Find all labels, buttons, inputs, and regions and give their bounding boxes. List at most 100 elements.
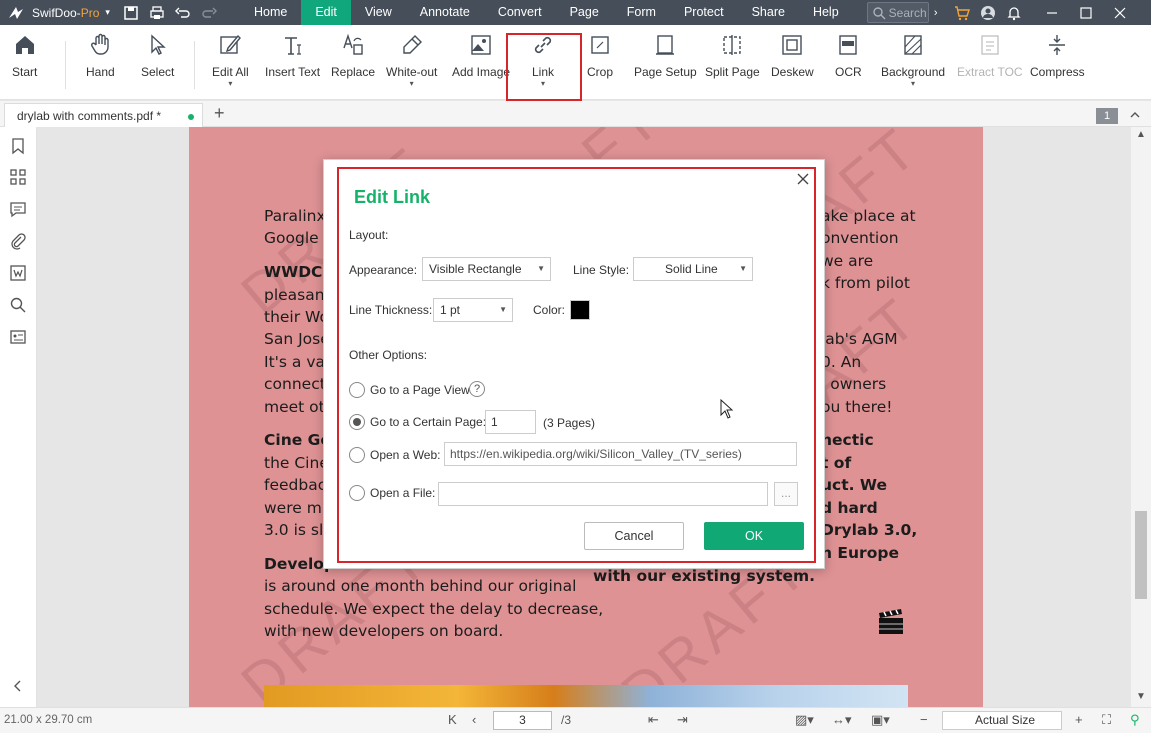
fit-width-icon[interactable]: ↔▾: [832, 712, 852, 728]
page-view-radio[interactable]: [349, 382, 365, 398]
notification-bell-icon[interactable]: [1001, 0, 1027, 25]
menu-view[interactable]: View: [351, 0, 406, 25]
extract-toc-tool[interactable]: Extract TOC: [957, 33, 1023, 79]
doc-line: connecti: [264, 375, 331, 393]
minimize-icon[interactable]: [1035, 0, 1069, 25]
thumbnails-icon[interactable]: [9, 168, 27, 186]
white-out-dropdown-icon[interactable]: ▾: [410, 80, 414, 88]
fullscreen-icon[interactable]: ⛶: [1102, 712, 1111, 728]
split-page-tool[interactable]: Split Page: [705, 33, 760, 79]
deskew-tool[interactable]: Deskew: [771, 33, 814, 79]
menu-home[interactable]: Home: [240, 0, 301, 25]
maximize-icon[interactable]: [1069, 0, 1103, 25]
add-image-tool[interactable]: Add Image: [452, 33, 510, 79]
start-tool[interactable]: Start: [12, 33, 37, 79]
close-window-icon[interactable]: [1103, 0, 1137, 25]
search-box[interactable]: Search: [866, 2, 929, 23]
edit-all-tool[interactable]: Edit All ▾: [212, 33, 249, 88]
app-menu-chevron-icon[interactable]: ▾: [105, 7, 110, 18]
menu-help[interactable]: Help: [799, 0, 853, 25]
current-page-input[interactable]: 3: [493, 711, 552, 730]
next-view-icon[interactable]: ⇥: [677, 712, 688, 728]
bookmark-icon[interactable]: [9, 137, 27, 155]
open-file-radio[interactable]: [349, 485, 365, 501]
pin-icon[interactable]: ⚲: [1130, 712, 1140, 728]
app-name-suffix: Pro: [80, 5, 100, 20]
new-tab-plus-icon[interactable]: +: [214, 103, 225, 124]
page-display-mode-icon[interactable]: ▨▾: [795, 712, 814, 728]
expand-right-chevron-icon[interactable]: ›: [929, 0, 943, 25]
help-question-icon[interactable]: ?: [469, 381, 485, 397]
select-tool[interactable]: Select: [141, 33, 174, 79]
ok-button[interactable]: OK: [704, 522, 804, 550]
edit-all-dropdown-icon[interactable]: ▾: [228, 80, 232, 88]
eraser-pen-icon: [402, 35, 422, 54]
previous-page-icon[interactable]: ‹: [472, 712, 476, 727]
document-tab[interactable]: drylab with comments.pdf *: [4, 103, 203, 128]
white-out-tool[interactable]: White-out ▾: [386, 33, 437, 88]
scroll-down-icon[interactable]: ▼: [1136, 691, 1146, 702]
attachment-icon[interactable]: [9, 232, 27, 250]
file-path-input[interactable]: [438, 482, 768, 506]
print-icon[interactable]: [144, 0, 170, 25]
total-pages: /3: [561, 713, 572, 727]
unsaved-dot-icon: [188, 114, 194, 120]
certain-page-radio[interactable]: [349, 414, 365, 430]
ocr-tool[interactable]: OCR: [835, 33, 862, 79]
menu-edit[interactable]: Edit: [301, 0, 351, 25]
crop-tool[interactable]: Crop: [587, 33, 613, 79]
user-avatar-icon[interactable]: [975, 0, 1001, 25]
doc-line: ake place at: [821, 207, 916, 225]
background-tool[interactable]: Background ▾: [881, 33, 945, 88]
menu-page[interactable]: Page: [556, 0, 613, 25]
collapse-sidebar-chevron-icon[interactable]: [9, 677, 27, 695]
form-fields-icon[interactable]: [9, 328, 27, 346]
ocr-label: OCR: [835, 65, 862, 79]
line-thickness-select[interactable]: 1 pt ▼: [433, 298, 513, 322]
zoom-out-icon[interactable]: −: [920, 712, 928, 727]
save-icon[interactable]: [118, 0, 144, 25]
ocr-icon: [839, 35, 858, 55]
image-icon: [471, 35, 491, 55]
word-document-icon[interactable]: [9, 264, 27, 282]
color-label: Color:: [533, 303, 566, 317]
scroll-up-icon[interactable]: ▲: [1136, 129, 1146, 140]
collapse-toolbar-chevron-icon[interactable]: [1128, 108, 1142, 122]
previous-view-icon[interactable]: ⇤: [648, 712, 659, 728]
cart-icon[interactable]: [949, 0, 975, 25]
compress-label: Compress: [1030, 65, 1085, 79]
hand-tool[interactable]: Hand: [86, 33, 115, 79]
scrollbar-thumb[interactable]: [1135, 511, 1147, 599]
browse-file-button[interactable]: ...: [774, 482, 798, 506]
doc-line: WWDC: [264, 263, 323, 281]
compress-tool[interactable]: Compress: [1030, 33, 1085, 79]
insert-text-tool[interactable]: Insert Text: [265, 33, 320, 79]
menu-annotate[interactable]: Annotate: [406, 0, 484, 25]
first-page-icon[interactable]: K: [448, 712, 457, 727]
menu-form[interactable]: Form: [613, 0, 670, 25]
open-web-radio[interactable]: [349, 447, 365, 463]
doc-line: their Wo: [264, 308, 329, 326]
replace-tool[interactable]: Replace: [331, 33, 375, 79]
search-icon[interactable]: [9, 296, 27, 314]
page-setup-tool[interactable]: Page Setup: [634, 33, 697, 79]
zoom-level-select[interactable]: Actual Size: [942, 711, 1062, 730]
color-swatch[interactable]: [570, 300, 590, 320]
close-icon[interactable]: [796, 172, 810, 186]
page-number-input[interactable]: 1: [485, 410, 536, 434]
menu-convert[interactable]: Convert: [484, 0, 556, 25]
page-layout-icon[interactable]: ▣▾: [871, 712, 890, 728]
zoom-in-icon[interactable]: +: [1075, 712, 1083, 727]
line-style-select[interactable]: Solid Line ▼: [633, 257, 753, 281]
vertical-scrollbar[interactable]: ▲ ▼: [1131, 127, 1151, 707]
appearance-select[interactable]: Visible Rectangle ▼: [422, 257, 551, 281]
autumn-tree-photo: [264, 685, 908, 707]
cancel-button[interactable]: Cancel: [584, 522, 684, 550]
comments-icon[interactable]: [9, 200, 27, 218]
menu-protect[interactable]: Protect: [670, 0, 738, 25]
menu-share[interactable]: Share: [738, 0, 799, 25]
web-url-input[interactable]: https://en.wikipedia.org/wiki/Silicon_Va…: [444, 442, 797, 466]
undo-icon[interactable]: [170, 0, 196, 25]
redo-icon[interactable]: [196, 0, 222, 25]
background-dropdown-icon[interactable]: ▾: [911, 80, 915, 88]
